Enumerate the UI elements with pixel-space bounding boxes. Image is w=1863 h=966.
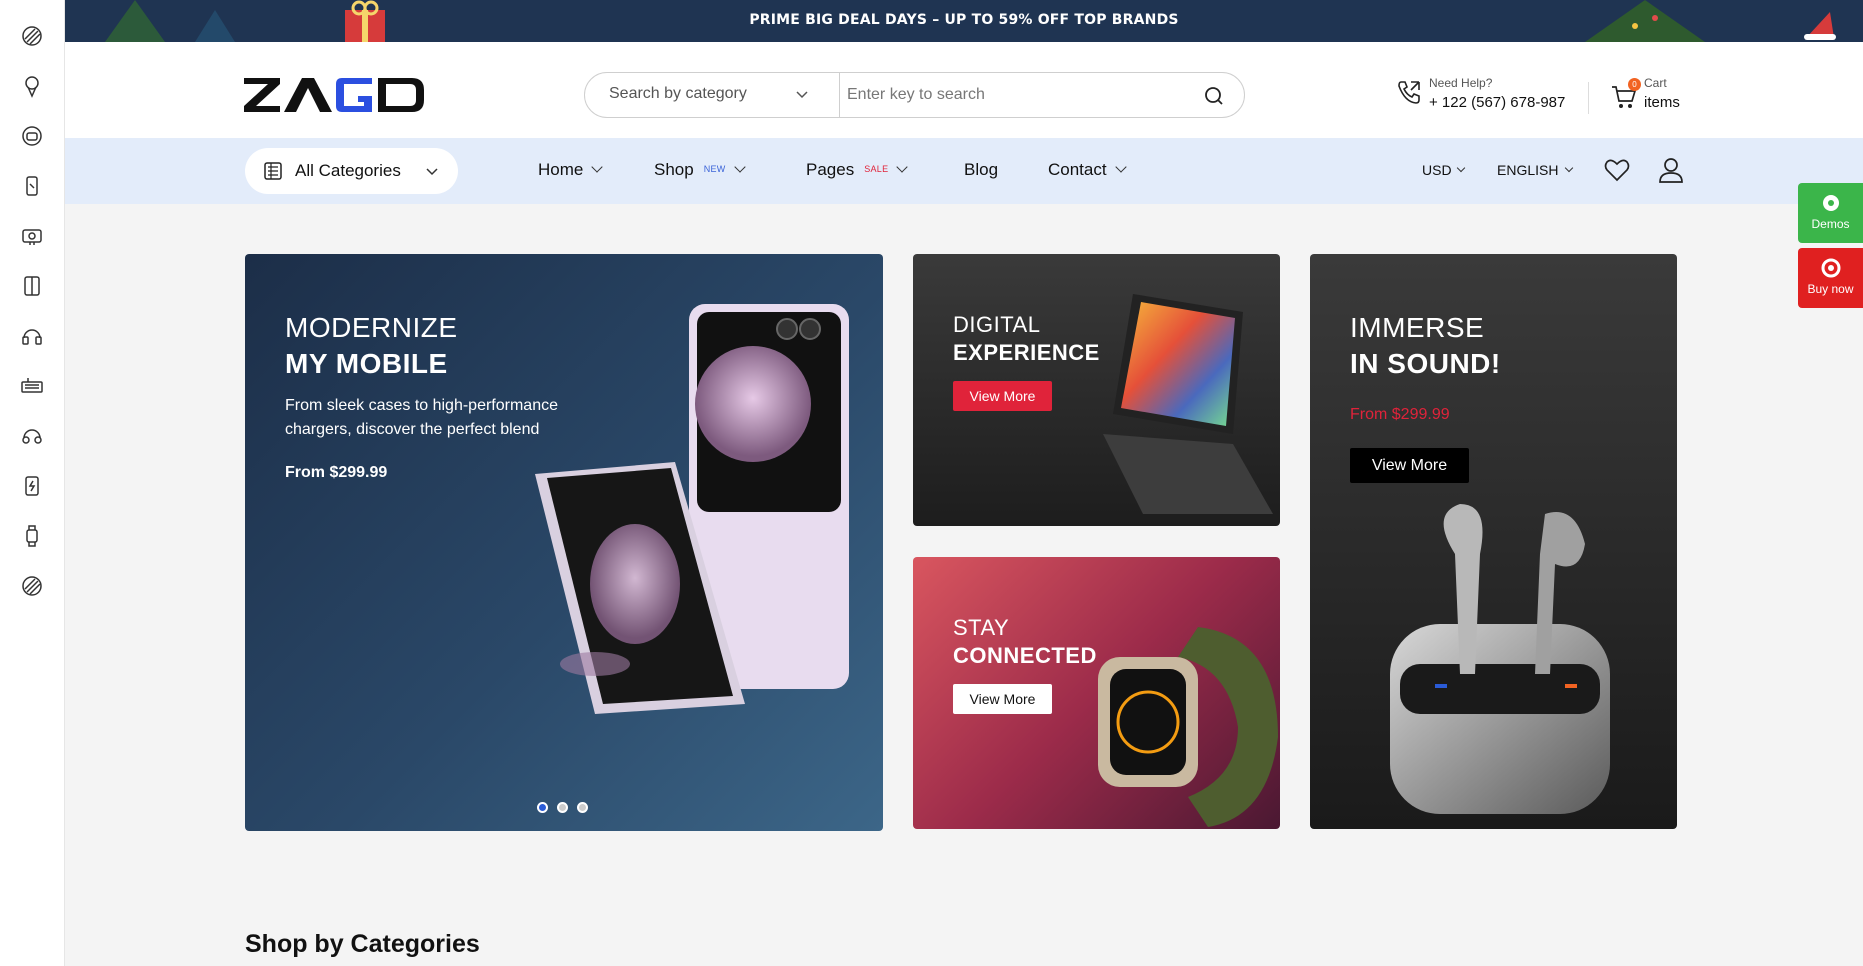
headphones-icon[interactable] [19,423,45,449]
sound-title-line2: IN SOUND! [1350,348,1501,379]
hero-title-line1: MODERNIZE [285,312,458,343]
icecream-icon[interactable] [19,73,45,99]
nav-item-shop[interactable]: Shop NEW [654,160,746,180]
hero-title-line2: MY MOBILE [285,348,448,379]
stripes-icon[interactable] [19,23,45,49]
slider-dot[interactable] [577,802,588,813]
site-logo[interactable] [244,78,424,112]
cart-items-label: items [1644,94,1680,111]
chevron-down-icon [591,161,604,173]
camera-icon[interactable] [19,223,45,249]
power-bank-icon[interactable] [19,473,45,499]
chevron-down-icon [1565,163,1574,173]
help-phone: + 122 (567) 678-987 [1429,94,1566,111]
new-tag: NEW [703,164,726,174]
stripes-icon[interactable] [19,573,45,599]
heart-icon[interactable] [1603,156,1631,184]
earbuds-image [1390,504,1610,814]
promo-card-digital-experience[interactable]: DIGITAL EXPERIENCE View More [913,254,1280,526]
connected-title-line1: STAY [953,615,1010,640]
demos-label: Demos [1811,217,1850,231]
chevron-down-icon [1114,161,1127,173]
tablet-icon[interactable] [19,273,45,299]
digital-title-line2: EXPERIENCE [953,340,1100,365]
nav-item-label: Pages [806,160,855,179]
digital-title-line1: DIGITAL [953,312,1041,337]
smartwatch-image [1098,627,1278,827]
sound-title-line1: IMMERSE [1350,312,1485,343]
search-input[interactable] [847,79,1177,111]
hero-price: From $299.99 [285,464,388,481]
gear-icon [1822,195,1839,211]
smartwatch-icon[interactable] [19,523,45,549]
promo-banner: PRIME BIG DEAL DAYS – UP TO 59% OFF TOP … [65,0,1863,42]
promo-card-immerse-in-sound[interactable]: IMMERSE IN SOUND! From $299.99 View More [1310,254,1677,829]
promo-text: PRIME BIG DEAL DAYS – UP TO 59% OFF TOP … [749,12,1179,28]
section-title-shop-by-categories: Shop by Categories [245,930,480,958]
demos-button[interactable]: Demos [1798,183,1863,243]
currency-label: USD [1422,162,1452,178]
buy-now-button[interactable]: Buy now [1798,248,1863,308]
cart-count-badge: 0 [1628,78,1641,91]
currency-select[interactable]: USD [1422,162,1465,178]
slider-dot-active[interactable] [537,802,548,813]
nav-item-label: Blog [964,160,999,179]
digital-view-more-button[interactable]: View More [953,381,1052,411]
nav-item-blog[interactable]: Blog [964,160,998,180]
keyboard-icon[interactable] [19,373,45,399]
buy-icon [1821,258,1840,278]
language-label: ENGLISH [1497,162,1559,178]
tablet-keyboard-image [1103,294,1273,514]
chevron-down-icon [796,91,808,99]
chevron-down-icon [896,161,909,173]
user-icon[interactable] [1657,156,1685,184]
all-categories-button[interactable]: All Categories [245,148,458,194]
foldable-phone-image [535,304,849,714]
cart-button[interactable]: 0 Cart items [1610,76,1710,116]
category-icon-rail [0,0,65,966]
chevron-down-icon [426,168,438,176]
connected-title-line2: CONNECTED [953,643,1097,668]
chevron-down-icon [1456,163,1465,173]
list-icon [264,162,282,180]
help-label: Need Help? [1429,76,1493,90]
headset-icon[interactable] [19,323,45,349]
phone-icon[interactable] [19,173,45,199]
connected-view-more-button[interactable]: View More [953,684,1052,714]
buy-now-label: Buy now [1807,282,1854,296]
language-select[interactable]: ENGLISH [1497,162,1574,178]
nav-item-label: Home [538,160,584,179]
chevron-down-icon [733,161,746,173]
nav-item-home[interactable]: Home [538,160,604,180]
promo-card-stay-connected[interactable]: STAY CONNECTED View More [913,557,1280,829]
help-contact[interactable]: Need Help? + 122 (567) 678-987 [1395,76,1565,116]
nav-item-label: Shop [654,160,694,179]
slider-dot[interactable] [557,802,568,813]
main-nav: All Categories Home Shop NEW Pages SALE Bl… [65,138,1863,204]
all-categories-label: All Categories [295,161,401,180]
robot-icon[interactable] [19,123,45,149]
header-divider [1588,82,1589,114]
nav-item-pages[interactable]: Pages SALE [806,160,909,180]
sound-price: From $299.99 [1350,406,1450,423]
search-category-label: Search by category [609,85,747,102]
phone-call-icon [1398,81,1420,104]
site-header: Search by category Need Help? + 122 (567… [65,42,1863,138]
search-bar: Search by category [584,72,1245,118]
sound-view-more-button[interactable]: View More [1350,448,1469,483]
search-category-select[interactable]: Search by category [585,73,840,117]
hero-banner-mobile[interactable]: MODERNIZE MY MOBILE From sleek cases to … [245,254,883,831]
nav-item-label: Contact [1048,160,1107,179]
sale-tag: SALE [864,164,889,174]
cart-label: Cart [1644,76,1667,90]
nav-item-contact[interactable]: Contact [1048,160,1127,180]
search-icon[interactable] [1202,84,1226,108]
